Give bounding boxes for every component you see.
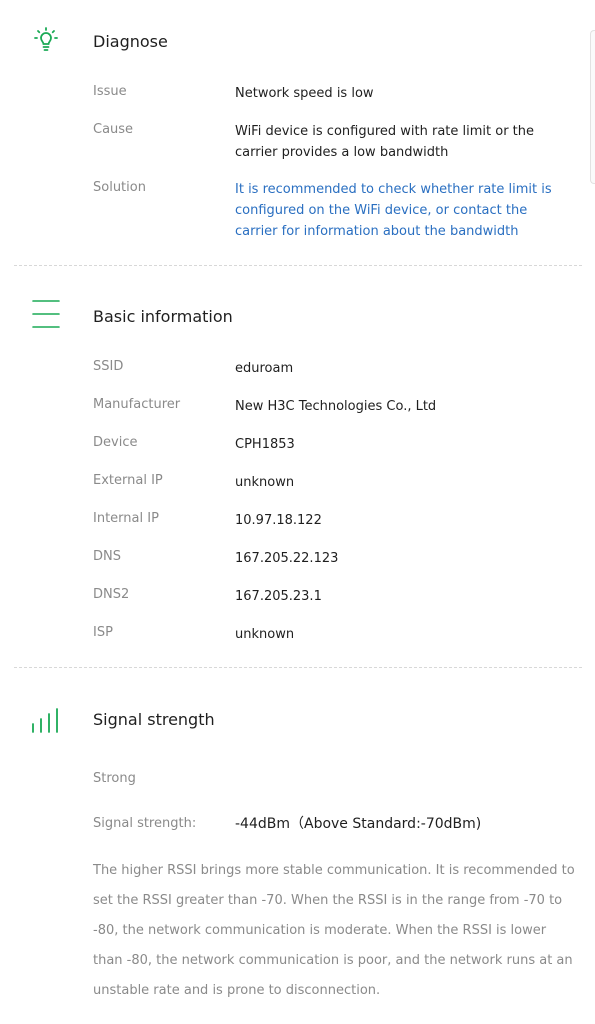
signal-strength-value: -44dBm（Above Standard:-70dBm) xyxy=(235,816,482,832)
scrollbar[interactable] xyxy=(590,30,595,184)
info-value: CPH1853 xyxy=(235,437,295,452)
diagnose-section: Diagnose Issue Network speed is low Caus… xyxy=(0,0,595,265)
signal-description: The higher RSSI brings more stable commu… xyxy=(93,863,575,998)
info-value: unknown xyxy=(235,627,295,642)
signal-strength-label: Signal strength: xyxy=(93,816,197,831)
signal-bars-icon xyxy=(30,708,62,738)
solution-label: Solution xyxy=(93,180,146,195)
info-value: unknown xyxy=(235,475,295,490)
signal-title: Signal strength xyxy=(93,710,215,729)
cause-value: WiFi device is configured with rate limi… xyxy=(235,124,535,160)
info-label: DNS2 xyxy=(93,587,130,602)
lightbulb-icon xyxy=(30,26,62,60)
menu-lines-icon xyxy=(32,298,60,334)
info-label: Device xyxy=(93,435,138,450)
signal-level: Strong xyxy=(93,771,136,786)
info-value: 167.205.23.1 xyxy=(235,589,322,604)
info-value: 167.205.22.123 xyxy=(235,551,339,566)
info-label: DNS xyxy=(93,549,121,564)
info-value: 10.97.18.122 xyxy=(235,513,322,528)
info-label: Manufacturer xyxy=(93,397,181,412)
info-label: SSID xyxy=(93,359,124,374)
basic-info-title: Basic information xyxy=(93,307,233,326)
info-label: ISP xyxy=(93,625,113,640)
cause-label: Cause xyxy=(93,122,134,137)
basic-info-section: Basic information SSID eduroam Manufactu… xyxy=(0,266,595,666)
info-value: New H3C Technologies Co., Ltd xyxy=(235,399,437,414)
info-label: Internal IP xyxy=(93,511,159,526)
info-label: External IP xyxy=(93,473,163,488)
solution-link[interactable]: It is recommended to check whether rate … xyxy=(235,179,570,242)
issue-value: Network speed is low xyxy=(235,86,374,101)
diagnose-title: Diagnose xyxy=(93,32,168,51)
info-value: eduroam xyxy=(235,361,294,376)
issue-label: Issue xyxy=(93,84,127,99)
